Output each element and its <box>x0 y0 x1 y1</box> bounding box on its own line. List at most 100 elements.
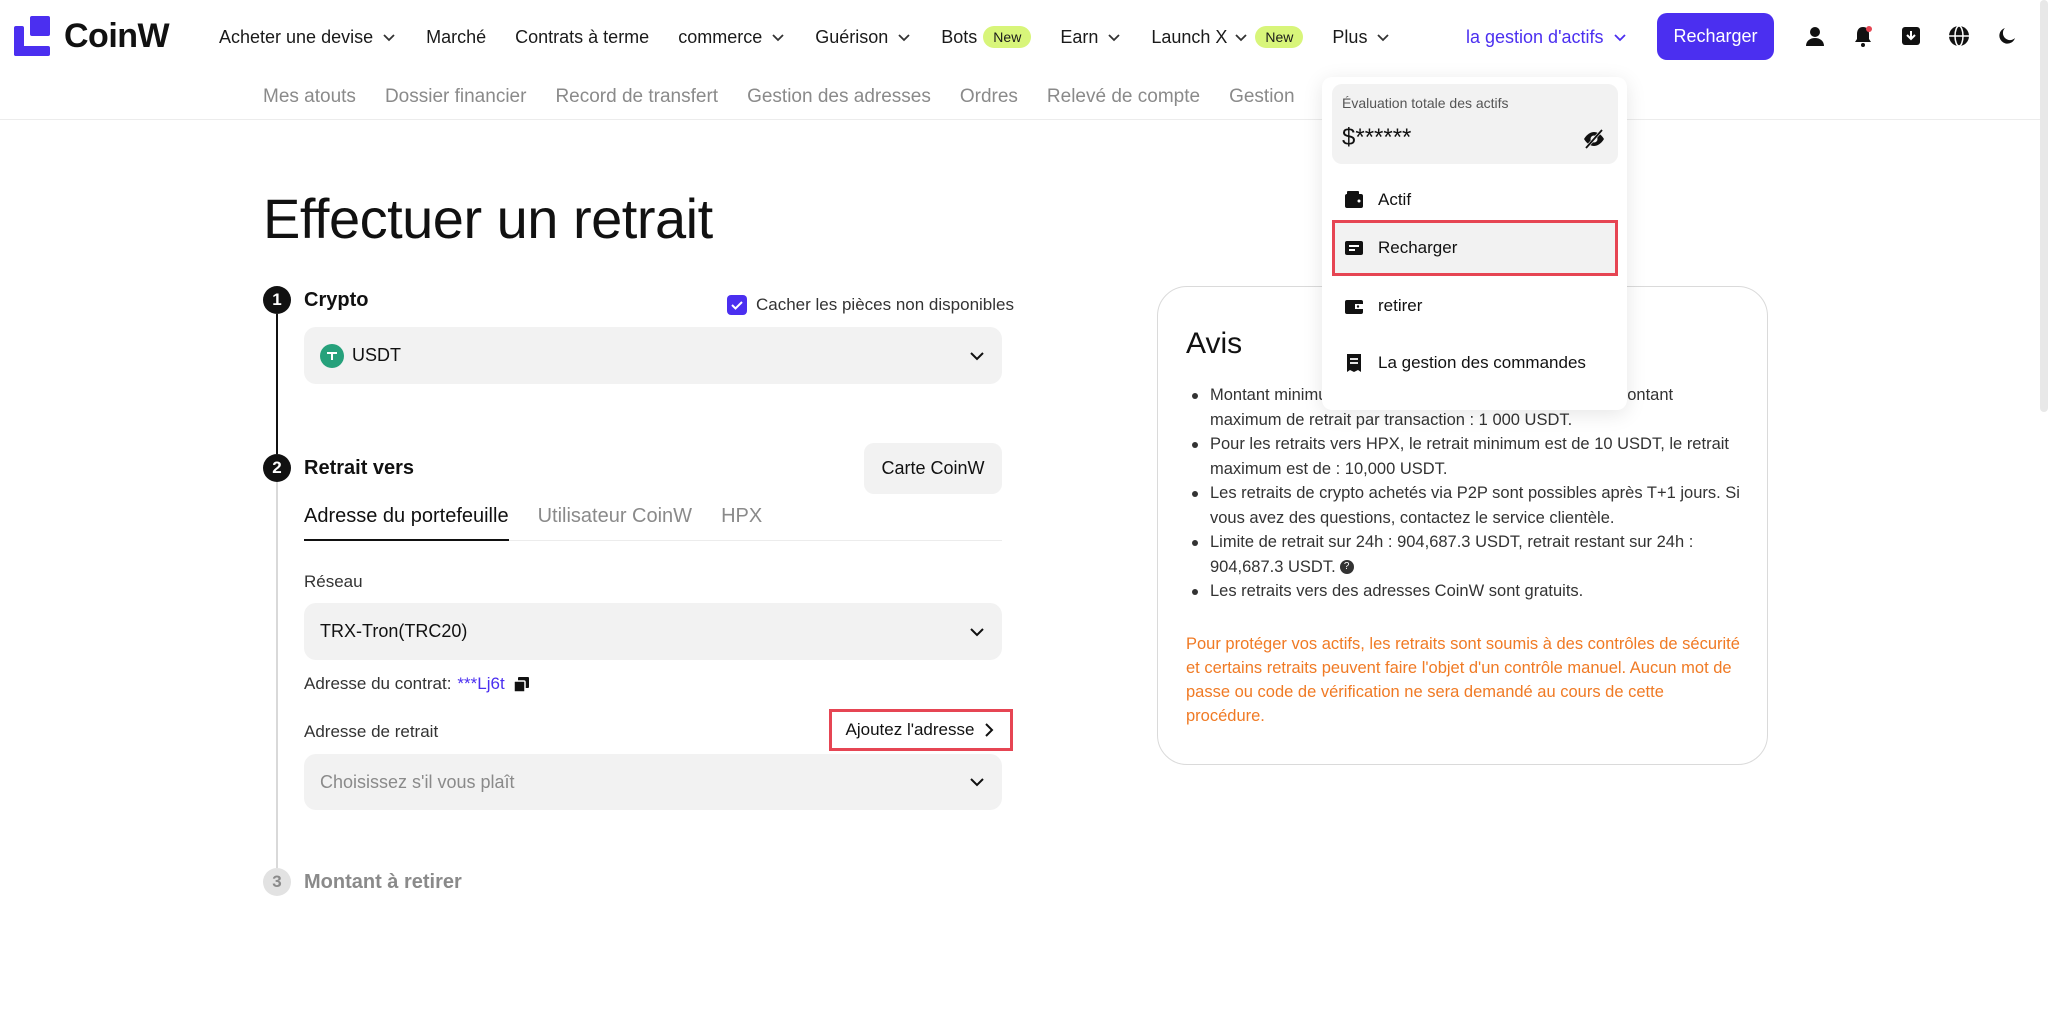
notice-item: Les retraits de crypto achetés via P2P s… <box>1186 481 1746 530</box>
chevron-down-icon <box>970 627 984 636</box>
dropdown-item-label: retirer <box>1378 296 1423 315</box>
globe-icon[interactable] <box>1947 24 1971 48</box>
chevron-down-icon <box>898 34 910 42</box>
nav-item-marche[interactable]: Marché <box>426 27 486 48</box>
deposit-icon <box>1345 241 1363 255</box>
selected-coin: USDT <box>352 345 401 365</box>
asset-management-dropdown: Évaluation totale des actifs $****** Act… <box>1322 77 1627 410</box>
user-icon[interactable] <box>1803 24 1827 48</box>
coinw-card-button[interactable]: Carte CoinW <box>864 443 1002 494</box>
usdt-icon <box>320 343 344 368</box>
total-asset-value: $****** <box>1342 124 1412 151</box>
recharge-button[interactable]: Recharger <box>1657 13 1774 60</box>
tab-adresse-portefeuille[interactable]: Adresse du portefeuille <box>304 505 509 541</box>
moon-icon[interactable] <box>1995 24 2019 48</box>
coin-select[interactable]: USDT <box>304 327 1002 384</box>
bell-icon[interactable] <box>1851 24 1875 48</box>
tab-utilisateur-coinw[interactable]: Utilisateur CoinW <box>538 505 692 541</box>
contract-label: Adresse du contrat: <box>304 674 452 693</box>
subnav-item-dossier-financier[interactable]: Dossier financier <box>385 86 527 108</box>
help-icon[interactable]: ? <box>1339 560 1354 575</box>
chevron-down-icon <box>970 778 984 787</box>
asset-management-label: la gestion d'actifs <box>1466 26 1604 47</box>
notice-item: Pour les retraits vers HPX, le retrait m… <box>1186 432 1746 481</box>
dropdown-item-retirer[interactable]: retirer <box>1332 278 1618 334</box>
step-label-crypto: Crypto <box>304 289 369 311</box>
destination-tabs: Adresse du portefeuille Utilisateur Coin… <box>304 505 1002 541</box>
nav-item-label: Acheter une devise <box>219 26 374 47</box>
withdraw-address-label: Adresse de retrait <box>304 722 439 741</box>
subnav-item-gestion-adresses[interactable]: Gestion des adresses <box>747 86 931 108</box>
nav-item-label: Launch X <box>1151 26 1228 47</box>
total-asset-card: Évaluation totale des actifs $****** <box>1332 84 1618 164</box>
chevron-down-icon <box>1613 34 1626 42</box>
notice-title: Avis <box>1186 327 1243 360</box>
subnav-item-record-transfert[interactable]: Record de transfert <box>555 86 718 108</box>
coinw-logo-icon <box>14 16 50 56</box>
nav-item-acheter[interactable]: Acheter une devise <box>219 27 397 48</box>
selected-network: TRX-Tron(TRC20) <box>320 621 468 641</box>
add-address-button[interactable]: Ajoutez l'adresse <box>829 709 1013 751</box>
notice-item-text: Limite de retrait sur 24h : 904,687.3 US… <box>1210 533 1694 576</box>
contract-link[interactable]: ***Lj6t <box>457 674 504 694</box>
chevron-down-icon <box>970 351 984 360</box>
security-warning: Pour protéger vos actifs, les retraits s… <box>1186 635 1740 725</box>
nav-item-plus[interactable]: Plus <box>1332 27 1391 48</box>
nav-item-contrats[interactable]: Contrats à terme <box>515 27 649 48</box>
page-scrollbar[interactable] <box>2040 0 2048 412</box>
nav-item-launch-x[interactable]: Launch X New <box>1151 26 1304 48</box>
subnav-item-ordres[interactable]: Ordres <box>960 86 1018 108</box>
nav-item-label: Contrats à terme <box>515 26 650 47</box>
subnav-list: Mes atouts Dossier financier Record de t… <box>263 86 1324 108</box>
subnav-item-releve-compte[interactable]: Relevé de compte <box>1047 86 1200 108</box>
nav-item-label: Plus <box>1332 26 1368 47</box>
nav-item-guerison[interactable]: Guérison <box>815 27 912 48</box>
new-badge: New <box>983 26 1032 48</box>
orders-icon <box>1347 354 1361 372</box>
dropdown-item-label: Recharger <box>1378 238 1458 257</box>
step-label-montant: Montant à retirer <box>304 871 462 893</box>
subnav-item-gestion[interactable]: Gestion <box>1229 86 1294 108</box>
tab-hpx[interactable]: HPX <box>721 505 762 541</box>
network-label: Réseau <box>304 572 363 591</box>
nav-item-label: Guérison <box>815 26 889 47</box>
nav-item-bots[interactable]: Bots New <box>941 26 1032 48</box>
asset-subnav: Mes atouts Dossier financier Record de t… <box>0 74 2048 120</box>
contract-address: Adresse du contrat: ***Lj6t <box>304 674 530 694</box>
withdraw-address-select[interactable]: Choisissez s'il vous plaît <box>304 754 1002 810</box>
page-title: Effectuer un retrait <box>263 187 713 250</box>
nav-item-commerce[interactable]: commerce <box>678 27 786 48</box>
dropdown-item-label: La gestion des commandes <box>1378 353 1586 372</box>
hide-unavailable-label: Cacher les pièces non disponibles <box>756 295 1014 314</box>
coinw-logo[interactable]: CoinW <box>14 16 170 56</box>
chevron-right-icon <box>985 723 994 737</box>
main-menu: Acheter une devise Marché Contrats à ter… <box>219 0 1420 74</box>
step-number-1: 1 <box>263 286 291 314</box>
brand-name: CoinW <box>64 16 170 55</box>
subnav-item-mes-atouts[interactable]: Mes atouts <box>263 86 356 108</box>
notice-item: Les retraits vers des adresses CoinW son… <box>1186 579 1746 604</box>
nav-item-label: Marché <box>426 26 487 47</box>
chevron-down-icon <box>1235 34 1248 42</box>
chevron-down-icon <box>383 34 395 42</box>
dropdown-item-commandes[interactable]: La gestion des commandes <box>1332 335 1618 391</box>
withdraw-icon <box>1345 300 1363 314</box>
chevron-down-icon <box>1108 34 1120 42</box>
step-connector <box>276 314 278 454</box>
new-badge: New <box>1255 26 1304 48</box>
step-number-2: 2 <box>263 454 291 482</box>
network-select[interactable]: TRX-Tron(TRC20) <box>304 603 1002 660</box>
asset-management-menu[interactable]: la gestion d'actifs <box>1466 0 1628 74</box>
copy-icon[interactable] <box>512 676 530 693</box>
dropdown-item-recharger[interactable]: Recharger <box>1332 220 1618 276</box>
total-asset-label: Évaluation totale des actifs <box>1342 95 1509 111</box>
address-placeholder: Choisissez s'il vous plaît <box>320 771 515 792</box>
chevron-down-icon <box>772 34 784 42</box>
step-connector <box>276 482 278 868</box>
eye-slash-icon[interactable] <box>1582 127 1606 151</box>
hide-unavailable-checkbox[interactable]: Cacher les pièces non disponibles <box>727 295 1014 315</box>
dropdown-item-label: Actif <box>1378 190 1412 209</box>
nav-item-earn[interactable]: Earn <box>1060 27 1122 48</box>
step-label-retrait-vers: Retrait vers <box>304 457 415 479</box>
download-icon[interactable] <box>1899 24 1923 48</box>
